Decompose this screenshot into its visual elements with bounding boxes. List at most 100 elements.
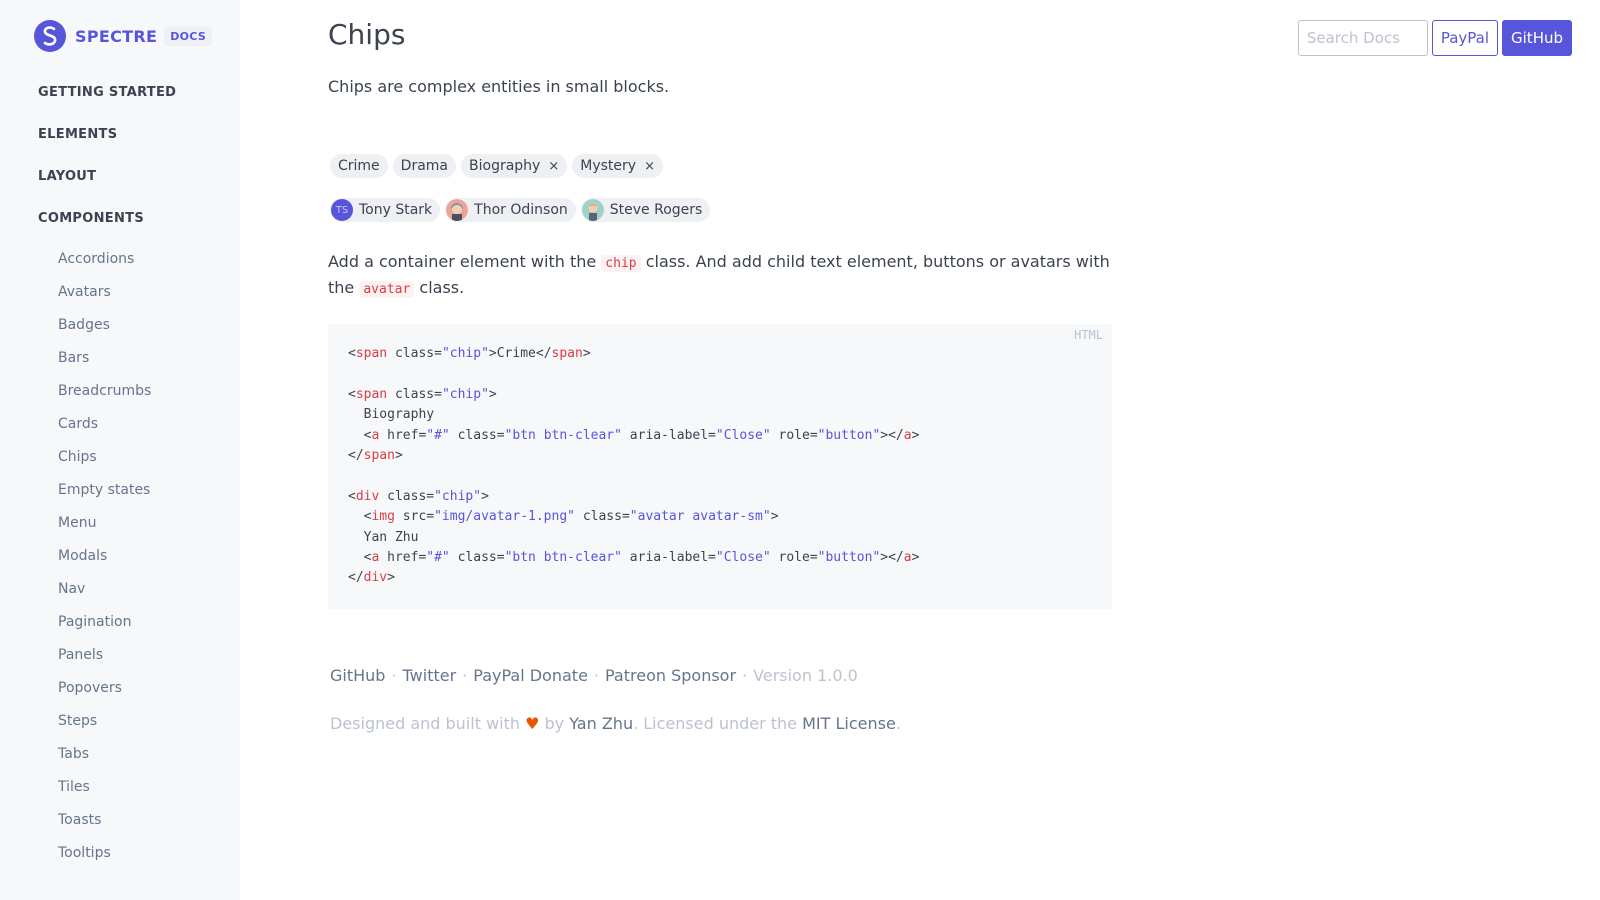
code-token: span: [355, 346, 388, 361]
chip-mystery: Mystery ×: [572, 154, 663, 178]
credit-text: Designed and built with: [330, 714, 526, 733]
sidebar: SPECTRE DOCS GETTING STARTED ELEMENTS LA…: [0, 0, 240, 900]
sidebar-item-panels[interactable]: Panels: [58, 647, 103, 663]
tag-chip-row: Crime Drama Biography × Mystery ×: [330, 154, 663, 178]
page-lead: Chips are complex entities in small bloc…: [328, 77, 670, 96]
footer-link-paypal-donate[interactable]: PayPal Donate: [473, 666, 588, 685]
description-text: Add a container element with the: [328, 252, 602, 271]
version-text: Version 1.0.0: [753, 666, 858, 685]
code-token: span: [355, 386, 388, 402]
sidebar-item-steps[interactable]: Steps: [58, 713, 97, 729]
code-token: "img/avatar-1.png": [434, 509, 575, 525]
code-token: >: [387, 570, 395, 586]
footer-separator: ·: [391, 666, 397, 685]
sidebar-item-nav[interactable]: Nav: [58, 581, 85, 597]
chip-close-icon[interactable]: ×: [644, 159, 655, 174]
sidebar-item-tiles[interactable]: Tiles: [58, 779, 90, 795]
code-token: class=: [449, 549, 505, 565]
sidebar-item-pagination[interactable]: Pagination: [58, 614, 131, 630]
sidebar-item-cards[interactable]: Cards: [58, 416, 98, 432]
sidebar-item-toasts[interactable]: Toasts: [58, 812, 101, 828]
license-link[interactable]: MIT License: [802, 714, 896, 733]
sidebar-item-empty-states[interactable]: Empty states: [58, 482, 150, 498]
code-token: role=: [770, 427, 818, 443]
footer-credit: Designed and built with ♥ by Yan Zhu. Li…: [330, 714, 901, 733]
code-line: < a href="#" class="btn btn-clear" aria-l…: [348, 548, 920, 568]
footer-link-github[interactable]: GitHub: [330, 666, 385, 685]
chip-label: Steve Rogers: [609, 202, 703, 218]
page-title: Chips: [328, 18, 406, 51]
chip-label: Mystery: [580, 158, 637, 174]
sidebar-item-tabs[interactable]: Tabs: [58, 746, 89, 762]
avatar: [446, 199, 469, 221]
code-token: "button": [817, 549, 881, 565]
chip-tony-stark: TS Tony Stark: [330, 198, 441, 222]
sidebar-item-badges[interactable]: Badges: [58, 317, 110, 333]
code-token: aria-label=: [621, 549, 716, 565]
chip-steve-rogers: Steve Rogers: [580, 198, 711, 222]
footer-separator: ·: [593, 666, 599, 685]
description-paragraph: Add a container element with the chip cl…: [328, 250, 1118, 302]
code-token: span: [551, 346, 583, 361]
sidebar-item-accordions[interactable]: Accordions: [58, 251, 134, 267]
code-token: "button": [817, 427, 881, 443]
avatar: TS: [331, 199, 353, 221]
code-line: <span class="chip">Crime</span>: [348, 344, 919, 364]
footer-links: GitHub · Twitter · PayPal Donate · Patreon Spo…: [330, 666, 858, 685]
nav-section-getting-started[interactable]: GETTING STARTED: [38, 85, 176, 100]
chip-label: Thor Odinson: [474, 202, 568, 218]
sidebar-item-avatars[interactable]: Avatars: [58, 284, 111, 300]
code-token: Yan Zhu: [348, 529, 419, 545]
sidebar-item-bars[interactable]: Bars: [58, 350, 89, 366]
chip-label: Tony Stark: [359, 202, 433, 218]
code-token: "Close": [715, 427, 771, 443]
sidebar-item-menu[interactable]: Menu: [58, 515, 96, 531]
code-token: class=: [575, 509, 630, 525]
credit-text: .: [895, 714, 901, 733]
code-token: >: [481, 488, 489, 504]
chip-thor-odinson: Thor Odinson: [445, 198, 576, 222]
code-token: >: [394, 447, 403, 463]
nav-section-elements[interactable]: ELEMENTS: [38, 127, 117, 142]
chip-drama: Drama: [392, 154, 457, 178]
code-token: class=: [379, 488, 435, 504]
code-token: role=: [770, 549, 818, 565]
docs-label: DOCS: [164, 26, 213, 46]
author-link[interactable]: Yan Zhu: [569, 714, 633, 733]
github-button[interactable]: GitHub: [1502, 20, 1572, 56]
footer-link-twitter[interactable]: Twitter: [403, 666, 457, 685]
nav-section-layout[interactable]: LAYOUT: [38, 169, 96, 184]
code-token: img: [371, 509, 395, 525]
sidebar-item-tooltips[interactable]: Tooltips: [58, 845, 111, 861]
inline-code-chip: chip: [601, 255, 641, 272]
code-token: >: [582, 346, 591, 361]
code-line: < a href="#" class="btn btn-clear" aria-l…: [348, 426, 920, 446]
code-token: >: [488, 386, 497, 402]
search-docs-input[interactable]: [1297, 20, 1428, 56]
avatar: [581, 199, 604, 221]
code-token: </: [535, 346, 552, 361]
sidebar-item-popovers[interactable]: Popovers: [58, 680, 122, 696]
top-actions: PayPal GitHub: [1297, 20, 1572, 56]
code-token: </: [348, 447, 364, 463]
code-line: Yan Zhu: [348, 528, 919, 548]
heart-icon: ♥: [525, 714, 540, 733]
code-line: <span class="chip">: [348, 385, 919, 405]
description-text: class.: [414, 278, 465, 297]
brand[interactable]: SPECTRE DOCS: [34, 20, 213, 52]
avatar-chip-row: TS Tony Stark Thor Odinson Steve Rogers: [330, 198, 711, 222]
code-token: "avatar avatar-sm": [629, 509, 771, 525]
thor-avatar-icon: [446, 199, 469, 221]
code-token: <: [348, 386, 356, 402]
chip-close-icon[interactable]: ×: [548, 159, 559, 174]
sidebar-item-breadcrumbs[interactable]: Breadcrumbs: [58, 383, 151, 399]
steve-avatar-icon: [581, 199, 604, 221]
footer-link-patreon-sponsor[interactable]: Patreon Sponsor: [605, 666, 736, 685]
code-line: </div>: [348, 568, 919, 588]
nav-section-components[interactable]: COMPONENTS: [38, 211, 144, 226]
sidebar-item-chips[interactable]: Chips: [58, 449, 97, 465]
sidebar-item-modals[interactable]: Modals: [58, 548, 107, 564]
paypal-button[interactable]: PayPal: [1431, 20, 1499, 56]
code-token: Crime: [496, 346, 536, 361]
